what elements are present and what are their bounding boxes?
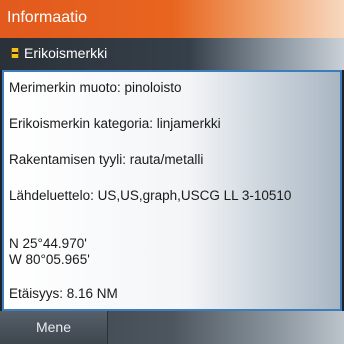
distance-field: Etäisyys: 8.16 NM bbox=[9, 286, 118, 301]
selected-item-label: Erikoismerkki bbox=[24, 45, 108, 61]
shape-field: Merimerkin muoto: pinoloisto bbox=[9, 80, 182, 95]
latitude-field: N 25°44.970' bbox=[9, 236, 87, 251]
category-field: Erikoismerkin kategoria: linjamerkki bbox=[9, 116, 221, 131]
window-title: Informaatio bbox=[7, 9, 88, 26]
info-panel: Merimerkin muoto: pinoloisto Erikoismerk… bbox=[2, 70, 342, 311]
footer-bar: Mene bbox=[0, 311, 344, 344]
longitude-field: W 80°05.965' bbox=[9, 252, 90, 267]
construction-field: Rakentamisen tyyli: rauta/metalli bbox=[9, 152, 204, 167]
source-field: Lähdeluettelo: US,US,graph,USCG LL 3-105… bbox=[9, 188, 292, 203]
title-bar: Informaatio bbox=[0, 0, 344, 38]
go-button[interactable]: Mene bbox=[0, 311, 108, 344]
special-mark-buoy-icon bbox=[11, 48, 19, 58]
selected-item-header[interactable]: Erikoismerkki bbox=[0, 38, 344, 70]
